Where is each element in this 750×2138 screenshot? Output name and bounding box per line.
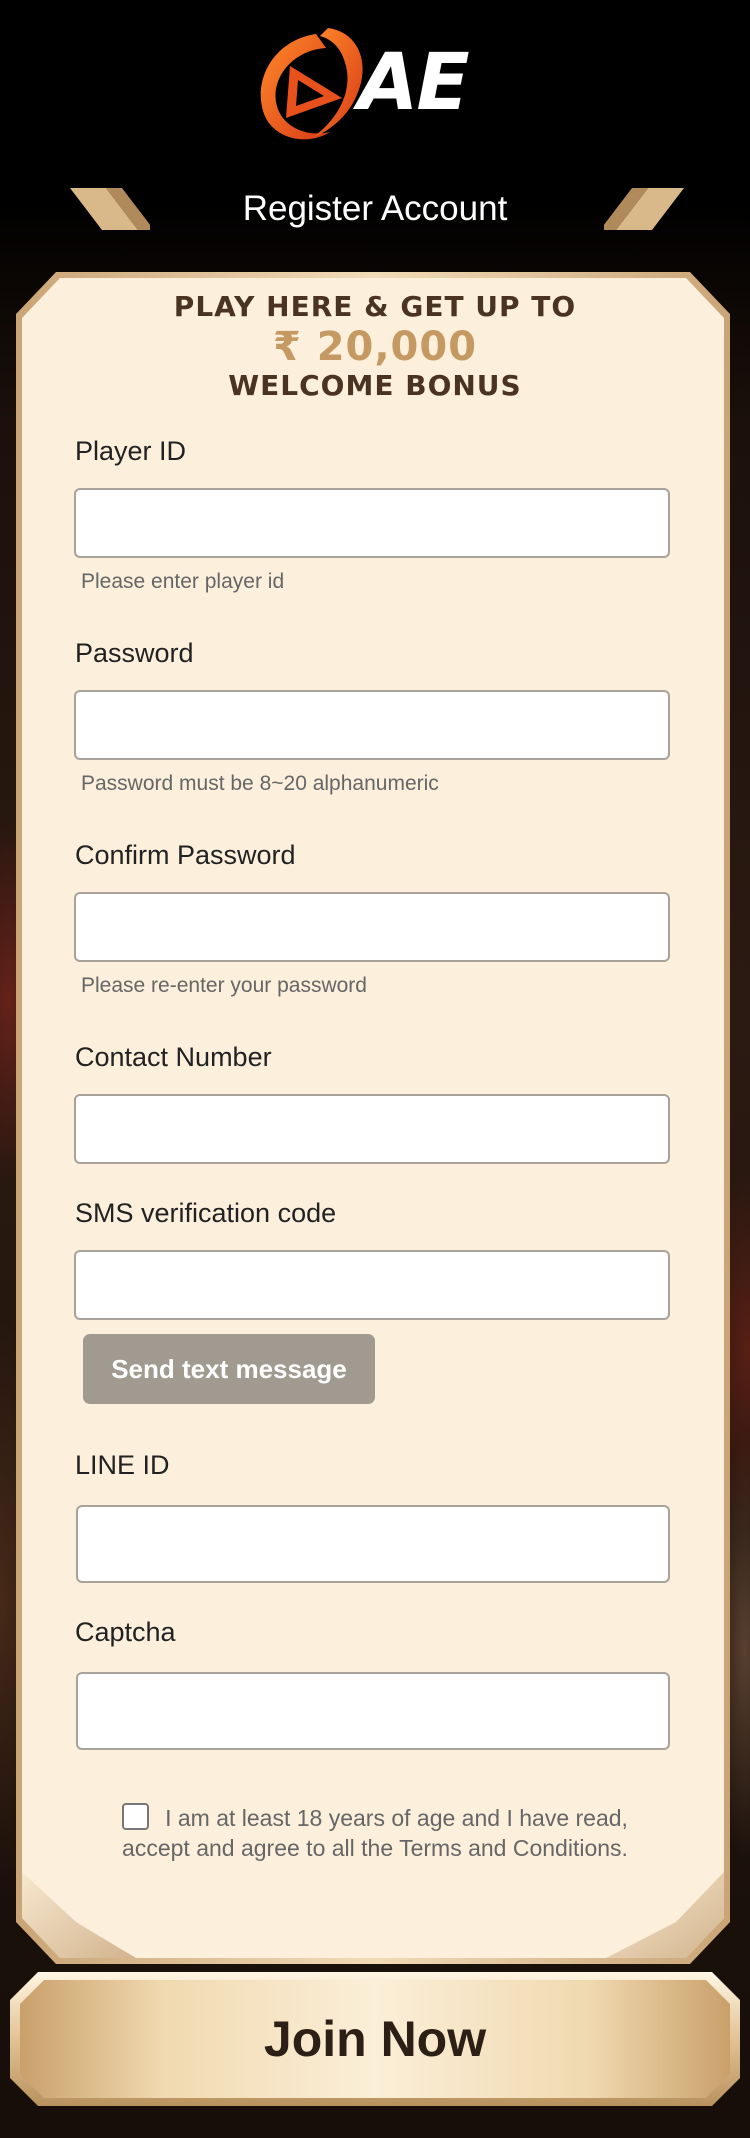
sms-code-input[interactable] [74, 1250, 670, 1320]
contact-number-label: Contact Number [75, 1042, 272, 1072]
promo-amount: ₹ 20,000 [272, 324, 478, 370]
promo-banner: PLAY HERE & GET UP TO ₹ 20,000 WELCOME B… [0, 290, 750, 402]
confirm-password-input[interactable] [74, 892, 670, 962]
page-title: Register Account [242, 189, 508, 228]
agree-checkbox[interactable] [122, 1803, 150, 1830]
password-hint: Password must be 8~20 alphanumeric [81, 772, 439, 795]
join-now-button[interactable]: Join Now [10, 1972, 740, 2106]
line-id-input[interactable] [76, 1505, 670, 1583]
promo-subtitle: WELCOME BONUS [228, 369, 522, 402]
captcha-input[interactable] [76, 1672, 670, 1750]
confirm-password-hint: Please re-enter your password [81, 974, 367, 997]
logo-text: AE [358, 38, 470, 128]
brand-logo: AE [246, 22, 506, 152]
password-input[interactable] [74, 690, 670, 760]
header: AE [0, 0, 750, 190]
sms-code-label: SMS verification code [75, 1198, 337, 1228]
terms-agreement: I am at least 18 years of age and I have… [90, 1803, 660, 1863]
contact-number-input[interactable] [74, 1094, 670, 1164]
send-sms-button[interactable]: Send text message [83, 1334, 375, 1404]
join-now-label: Join Now [263, 2011, 487, 2067]
player-id-label: Player ID [75, 436, 187, 466]
captcha-label: Captcha [75, 1617, 176, 1647]
confirm-password-label: Confirm Password [75, 840, 296, 870]
promo-headline: PLAY HERE & GET UP TO [173, 290, 577, 323]
player-id-hint: Please enter player id [81, 570, 285, 593]
player-id-input[interactable] [74, 488, 670, 558]
terms-text: I am at least 18 years of age and I have… [122, 1805, 628, 1861]
password-label: Password [75, 638, 194, 668]
line-id-label: LINE ID [75, 1450, 170, 1480]
